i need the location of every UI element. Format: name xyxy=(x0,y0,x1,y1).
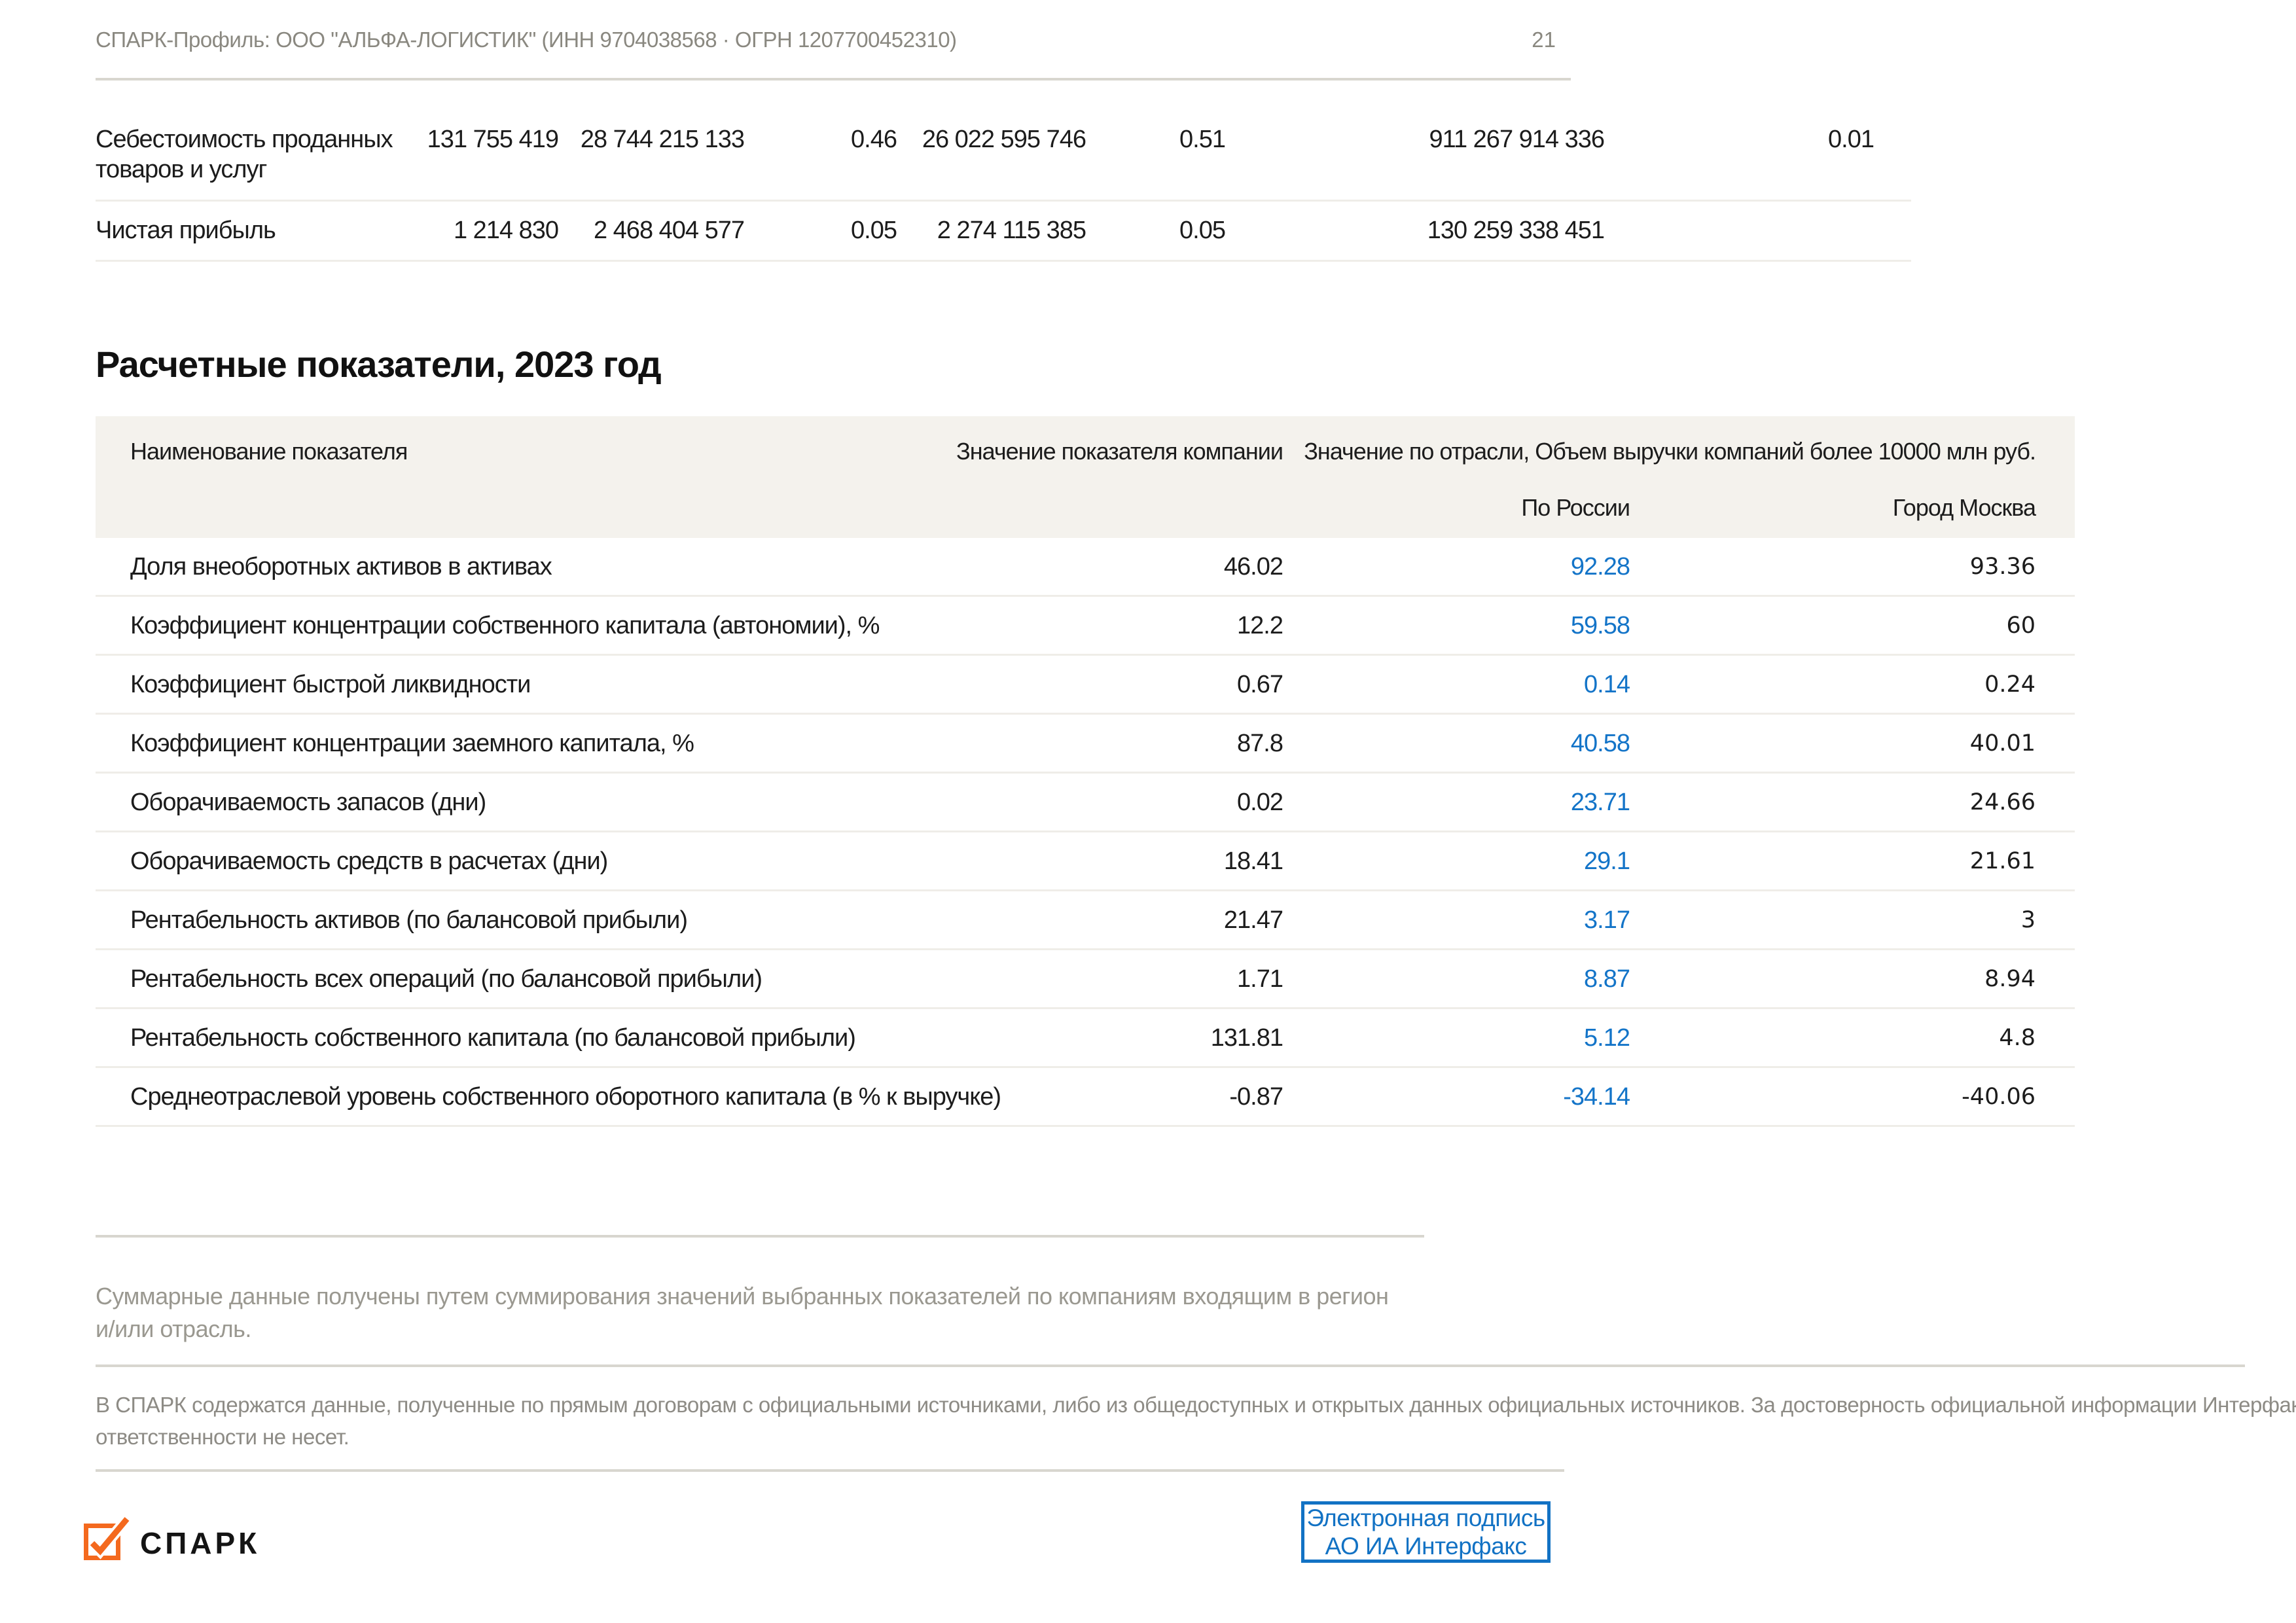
cell-value xyxy=(1604,202,1874,260)
stamp-line1: Электронная подпись xyxy=(1306,1504,1545,1532)
table-row: Рентабельность активов (по балансовой пр… xyxy=(96,891,2075,950)
column-header-name: Наименование показателя xyxy=(130,416,407,482)
disclaimer-bottom-divider xyxy=(96,1469,1564,1472)
indicator-name: Рентабельность собственного капитала (по… xyxy=(96,1009,1045,1067)
cell-value: 0.05 xyxy=(1086,202,1225,260)
cell-value: 0.05 xyxy=(744,202,897,260)
company-value: 0.67 xyxy=(1045,656,1283,713)
disclaimer-top-divider xyxy=(96,1364,2245,1367)
spark-report-page: { "page_header": { "title": "СПАРК-Профи… xyxy=(0,0,2296,1623)
russia-value: 23.71 xyxy=(1283,774,1630,831)
disclaimer-line1: В СПАРК содержатся данные, полученные по… xyxy=(96,1389,2296,1421)
company-value: 12.2 xyxy=(1045,597,1283,654)
row-label-line1: Себестоимость проданных xyxy=(96,124,292,154)
company-value: 87.8 xyxy=(1045,715,1283,772)
row-label-line2: товаров и услуг xyxy=(96,154,292,185)
table-row: Коэффициент концентрации заемного капита… xyxy=(96,715,2075,774)
disclaimer-line2: ответственности не несет. xyxy=(96,1421,2296,1453)
indicator-name: Коэффициент быстрой ликвидности xyxy=(96,656,1045,713)
row-label: Себестоимость проданных товаров и услуг xyxy=(96,124,292,200)
column-header-russia: По России xyxy=(1521,482,1630,538)
table-row: Оборачиваемость средств в расчетах (дни)… xyxy=(96,832,2075,891)
table-row: Коэффициент быстрой ликвидности 0.67 0.1… xyxy=(96,656,2075,715)
table-row: Среднеотраслевой уровень собственного об… xyxy=(96,1068,2075,1127)
russia-value: -34.14 xyxy=(1283,1068,1630,1126)
moscow-value: 93.36 xyxy=(1630,538,2036,596)
company-value: 0.02 xyxy=(1045,774,1283,831)
column-header-moscow: Город Москва xyxy=(1893,482,2036,538)
moscow-value: 21.61 xyxy=(1630,832,2036,890)
disclaimer: В СПАРК содержатся данные, полученные по… xyxy=(96,1389,2296,1453)
cell-value: 0.01 xyxy=(1604,124,1874,200)
moscow-value: -40.06 xyxy=(1630,1068,2036,1126)
indicator-name: Рентабельность всех операций (по балансо… xyxy=(96,950,1045,1008)
row-label: Чистая прибыль xyxy=(96,202,292,260)
table-row: Рентабельность собственного капитала (по… xyxy=(96,1009,2075,1068)
column-header-company-value: Значение показателя компании xyxy=(956,416,1283,482)
spark-logo: СПАРК xyxy=(84,1516,359,1561)
indicator-name: Рентабельность активов (по балансовой пр… xyxy=(96,891,1045,949)
russia-value: 92.28 xyxy=(1283,538,1630,596)
footnote-divider xyxy=(96,1235,1424,1238)
section-title: Расчетные показатели, 2023 год xyxy=(96,343,661,385)
cell-value: 0.46 xyxy=(744,124,897,200)
company-value: 21.47 xyxy=(1045,891,1283,949)
russia-value: 5.12 xyxy=(1283,1009,1630,1067)
indicator-name: Коэффициент концентрации собственного ка… xyxy=(96,597,1045,654)
company-value: 131.81 xyxy=(1045,1009,1283,1067)
table-row: Коэффициент концентрации собственного ка… xyxy=(96,597,2075,656)
cell-value: 28 744 215 133 xyxy=(558,124,744,200)
moscow-value: 8.94 xyxy=(1630,950,2036,1008)
cell-value: 911 267 914 336 xyxy=(1225,124,1604,200)
russia-value: 29.1 xyxy=(1283,832,1630,890)
table-row: Чистая прибыль 1 214 830 2 468 404 577 0… xyxy=(96,202,1911,262)
moscow-value: 40.01 xyxy=(1630,715,2036,772)
russia-value: 59.58 xyxy=(1283,597,1630,654)
table-row: Оборачиваемость запасов (дни) 0.02 23.71… xyxy=(96,774,2075,832)
indicator-name: Оборачиваемость средств в расчетах (дни) xyxy=(96,832,1045,890)
indicator-name: Коэффициент концентрации заемного капита… xyxy=(96,715,1045,772)
footnote-line1: Суммарные данные получены путем суммиров… xyxy=(96,1280,1388,1313)
russia-value: 8.87 xyxy=(1283,950,1630,1008)
company-value: 18.41 xyxy=(1045,832,1283,890)
indicator-name: Оборачиваемость запасов (дни) xyxy=(96,774,1045,831)
table-header: Наименование показателя Значение показат… xyxy=(96,416,2075,538)
indicator-name: Среднеотраслевой уровень собственного об… xyxy=(96,1068,1045,1126)
moscow-value: 0.24 xyxy=(1630,656,2036,713)
cell-value: 26 022 595 746 xyxy=(897,124,1086,200)
russia-value: 3.17 xyxy=(1283,891,1630,949)
financials-table-continuation: Себестоимость проданных товаров и услуг … xyxy=(96,111,1911,262)
cell-value: 131 755 419 xyxy=(292,124,558,200)
russia-value: 0.14 xyxy=(1283,656,1630,713)
cell-value: 2 274 115 385 xyxy=(897,202,1086,260)
header-divider xyxy=(96,78,1571,80)
logo-text: СПАРК xyxy=(140,1525,260,1561)
moscow-value: 4.8 xyxy=(1630,1009,2036,1067)
table-row: Себестоимость проданных товаров и услуг … xyxy=(96,111,1911,202)
russia-value: 40.58 xyxy=(1283,715,1630,772)
cell-value: 2 468 404 577 xyxy=(558,202,744,260)
electronic-signature-stamp: Электронная подпись АО ИА Интерфакс xyxy=(1301,1501,1551,1563)
stamp-line2: АО ИА Интерфакс xyxy=(1325,1532,1527,1560)
cell-value: 130 259 338 451 xyxy=(1225,202,1604,260)
indicator-name: Доля внеоборотных активов в активах xyxy=(96,538,1045,596)
footnote: Суммарные данные получены путем суммиров… xyxy=(96,1280,1388,1346)
table-row: Рентабельность всех операций (по балансо… xyxy=(96,950,2075,1009)
footnote-line2: и/или отрасль. xyxy=(96,1313,1388,1346)
cell-value: 1 214 830 xyxy=(292,202,558,260)
company-value: -0.87 xyxy=(1045,1068,1283,1126)
company-value: 1.71 xyxy=(1045,950,1283,1008)
moscow-value: 3 xyxy=(1630,891,2036,949)
moscow-value: 24.66 xyxy=(1630,774,2036,831)
column-header-industry-group: Значение по отрасли, Объем выручки компа… xyxy=(1304,416,2036,482)
table-row: Доля внеоборотных активов в активах 46.0… xyxy=(96,538,2075,597)
page-number: 21 xyxy=(96,27,1556,52)
indicators-table: Наименование показателя Значение показат… xyxy=(96,416,2075,1127)
company-value: 46.02 xyxy=(1045,538,1283,596)
checkbox-checkmark-icon xyxy=(84,1517,131,1560)
moscow-value: 60 xyxy=(1630,597,2036,654)
cell-value: 0.51 xyxy=(1086,124,1225,200)
